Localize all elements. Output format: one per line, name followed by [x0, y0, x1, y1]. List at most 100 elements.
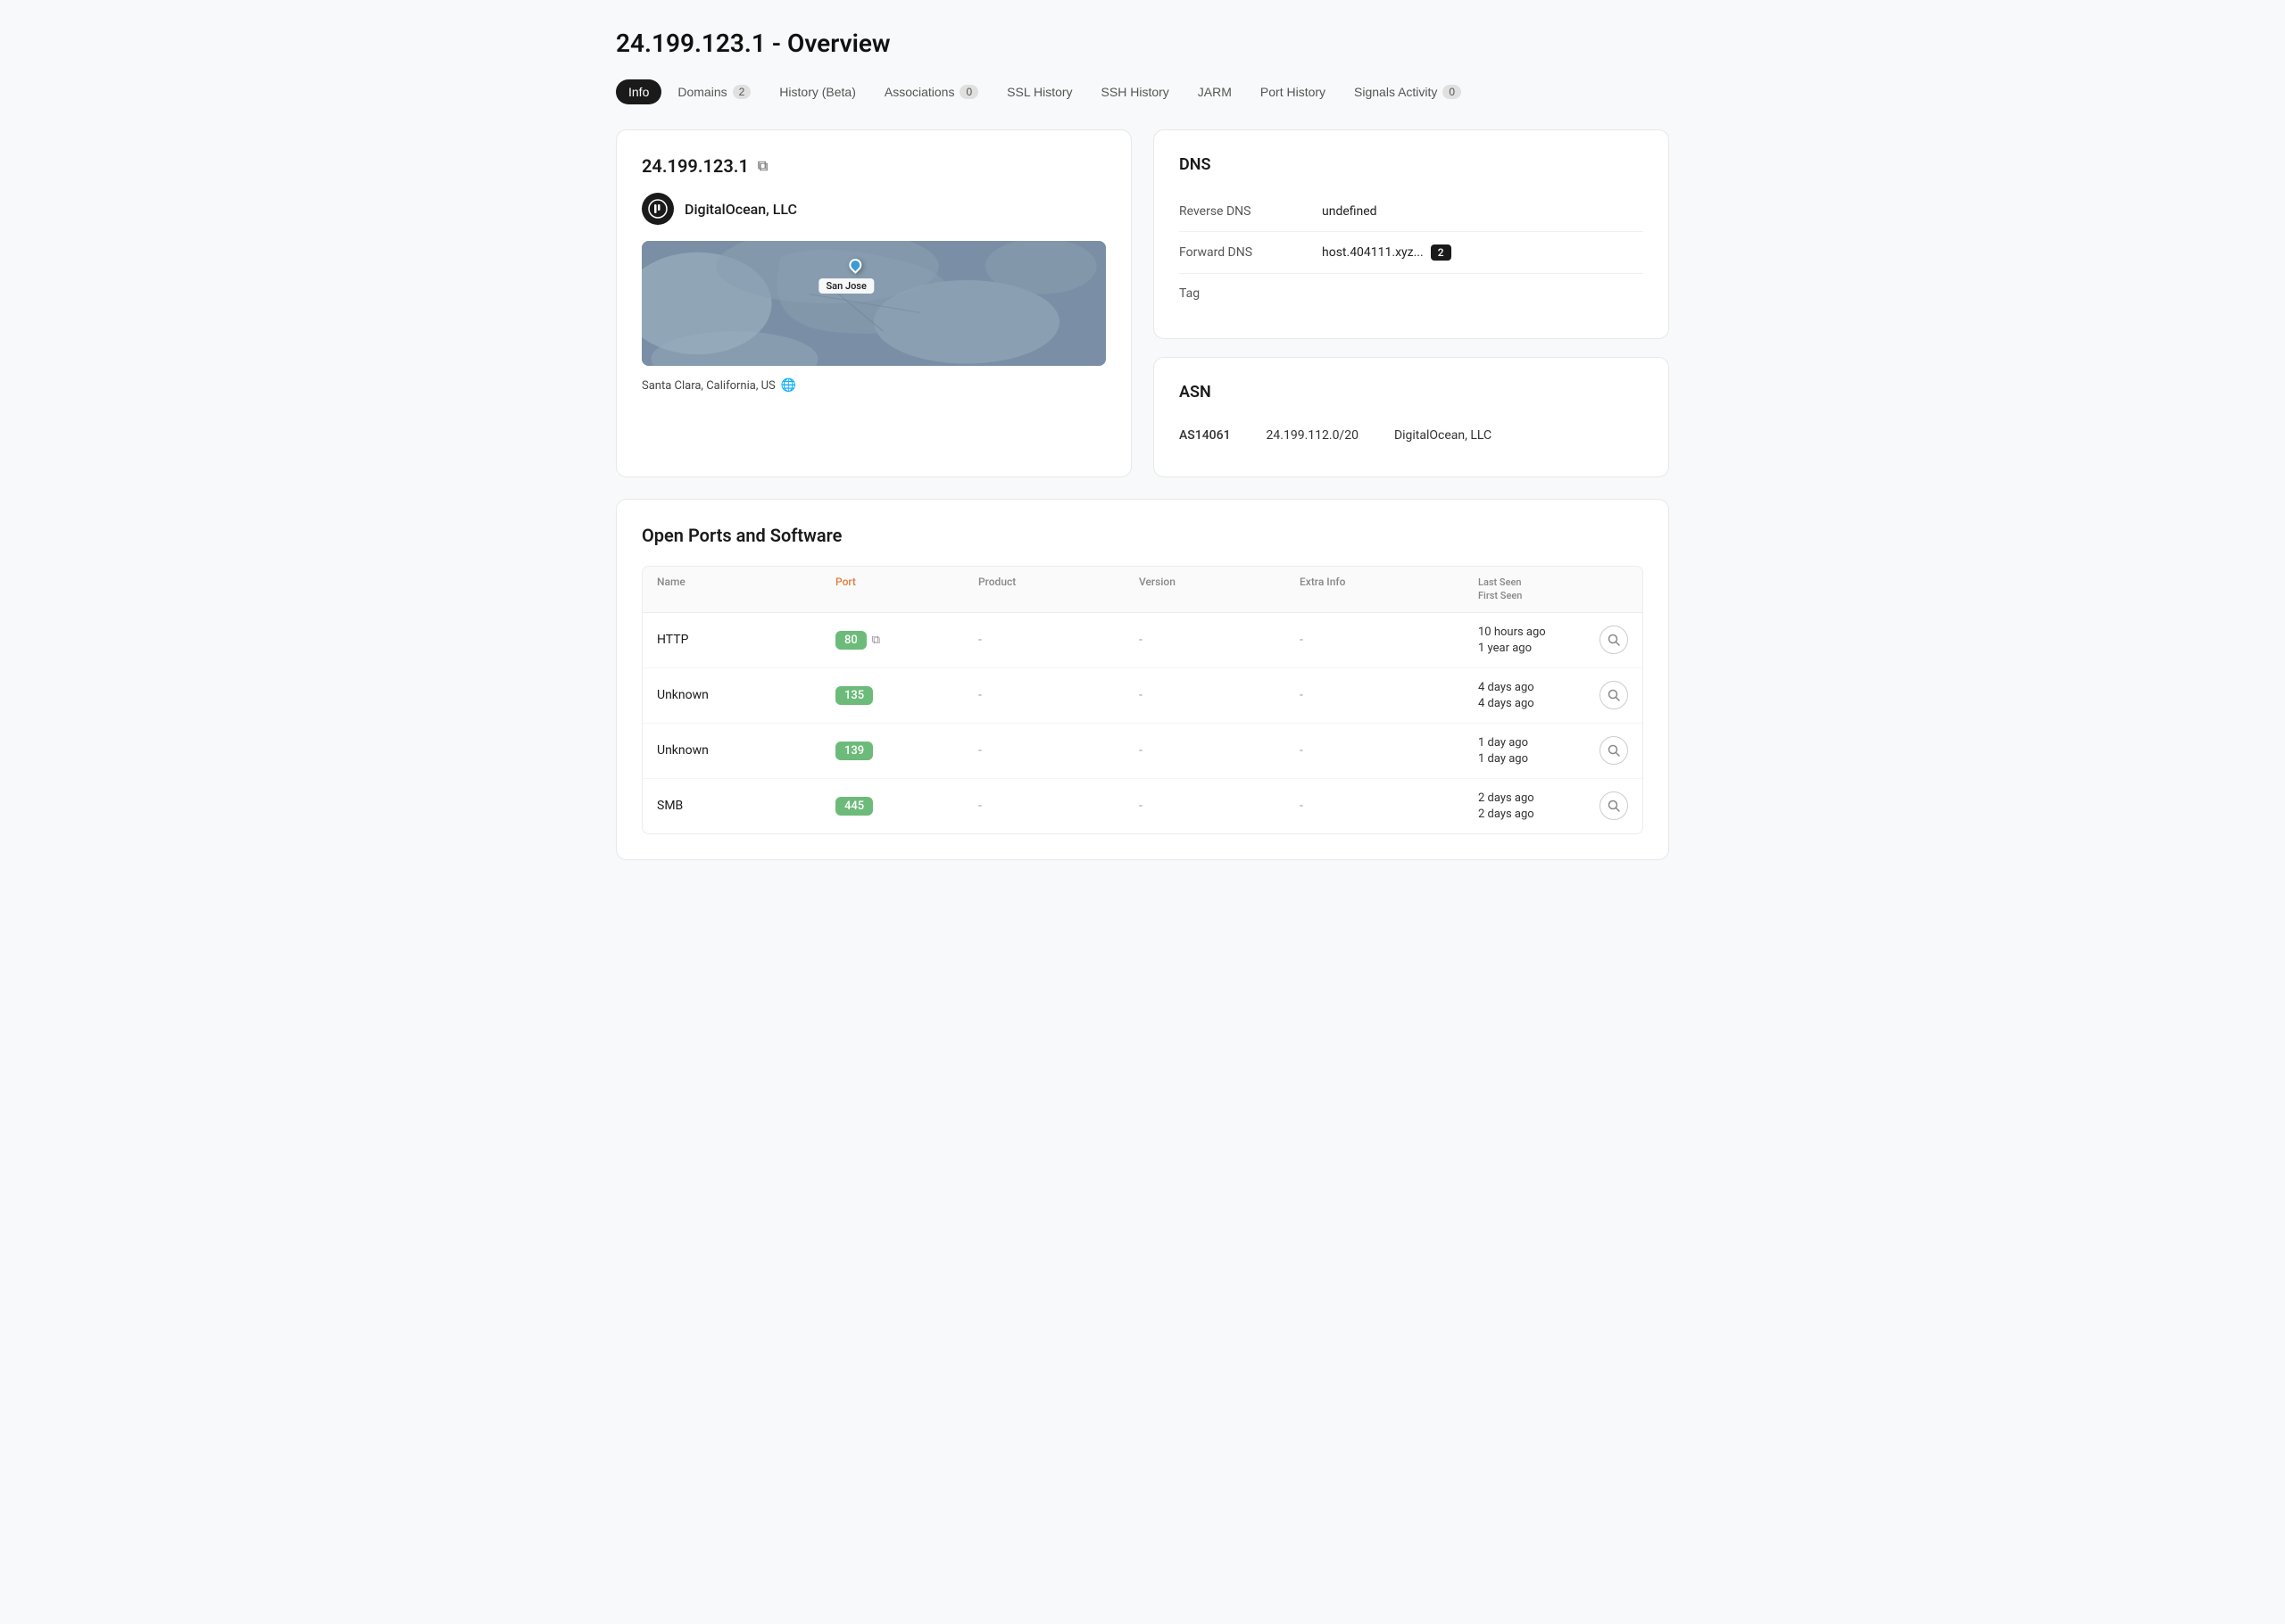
org-logo	[642, 193, 674, 225]
row-name-1: Unknown	[657, 688, 835, 702]
col-port-header: Port	[835, 576, 978, 603]
dns-rows: Reverse DNS undefined Forward DNS host.4…	[1179, 192, 1643, 313]
tab-ssl-history-label: SSL History	[1007, 85, 1072, 99]
dns-tag-label: Tag	[1179, 286, 1322, 301]
tab-history-label: History (Beta)	[779, 85, 856, 99]
map-city-label: San Jose	[819, 278, 874, 294]
row-name-2: Unknown	[657, 743, 835, 758]
dns-row-reverse: Reverse DNS undefined	[1179, 192, 1643, 232]
row-extra-1: -	[1300, 688, 1478, 702]
row-version-0: -	[1139, 633, 1300, 647]
table-row: Unknown 139 - - - 1 day ago 1 day ago	[643, 724, 1642, 779]
tab-signals[interactable]: Signals Activity 0	[1342, 79, 1474, 104]
dns-row-forward: Forward DNS host.404111.xyz... 2	[1179, 232, 1643, 274]
row-extra-2: -	[1300, 743, 1478, 758]
tab-domains-label: Domains	[677, 85, 727, 99]
ports-table: Name Port Product Version Extra Info Las…	[642, 566, 1643, 834]
dns-forward-badge[interactable]: 2	[1431, 244, 1451, 261]
col-extra-header: Extra Info	[1300, 576, 1478, 603]
row-version-2: -	[1139, 743, 1300, 758]
tab-bar: Info Domains 2 History (Beta) Associatio…	[616, 79, 1669, 104]
tab-ssh-history-label: SSH History	[1101, 85, 1169, 99]
dns-reverse-value: undefined	[1322, 204, 1377, 219]
tab-ssl-history[interactable]: SSL History	[994, 79, 1084, 104]
row-port-3: 445	[835, 797, 978, 816]
row-name-0: HTTP	[657, 633, 835, 647]
ext-link-icon-0[interactable]: ⧉	[872, 634, 880, 647]
tab-jarm[interactable]: JARM	[1185, 79, 1244, 104]
row-port-2: 139	[835, 742, 978, 760]
table-row: HTTP 80 ⧉ - - - 10 hours ago 1 year ago	[643, 613, 1642, 668]
tab-associations-label: Associations	[885, 85, 955, 99]
table-row: Unknown 135 - - - 4 days ago 4 days ago	[643, 668, 1642, 724]
col-actions-header	[1585, 576, 1628, 603]
asn-org: DigitalOcean, LLC	[1394, 428, 1491, 443]
ip-address-row: 24.199.123.1 ⧉	[642, 155, 1106, 177]
dns-reverse-label: Reverse DNS	[1179, 204, 1322, 219]
port-badge-1[interactable]: 135	[835, 686, 873, 705]
col-name-header: Name	[657, 576, 835, 603]
row-actions-0	[1585, 626, 1628, 654]
dns-card: DNS Reverse DNS undefined Forward DNS ho…	[1153, 129, 1669, 339]
row-port-1: 135	[835, 686, 978, 705]
copy-ip-icon[interactable]: ⧉	[758, 157, 768, 175]
col-version-header: Version	[1139, 576, 1300, 603]
row-extra-0: -	[1300, 633, 1478, 647]
asn-title: ASN	[1179, 383, 1643, 402]
port-badge-0[interactable]: 80	[835, 631, 867, 650]
tab-domains[interactable]: Domains 2	[665, 79, 763, 104]
row-extra-3: -	[1300, 799, 1478, 813]
tab-port-history-label: Port History	[1260, 85, 1325, 99]
tab-signals-label: Signals Activity	[1354, 85, 1437, 99]
tab-signals-badge: 0	[1442, 85, 1461, 99]
map-container: San Jose	[642, 241, 1106, 366]
info-card: 24.199.123.1 ⧉ DigitalOcean, LLC	[616, 129, 1132, 477]
table-header: Name Port Product Version Extra Info Las…	[643, 567, 1642, 613]
open-ports-title: Open Ports and Software	[642, 525, 1643, 546]
tab-info[interactable]: Info	[616, 79, 661, 104]
location-label: Santa Clara, California, US	[642, 379, 776, 393]
row-product-3: -	[978, 799, 1139, 813]
dns-row-tag: Tag	[1179, 274, 1643, 313]
dns-title: DNS	[1179, 155, 1643, 174]
tab-history[interactable]: History (Beta)	[767, 79, 868, 104]
tab-domains-badge: 2	[733, 85, 752, 99]
row-product-0: -	[978, 633, 1139, 647]
asn-range: 24.199.112.0/20	[1267, 428, 1359, 443]
row-version-3: -	[1139, 799, 1300, 813]
tab-ssh-history[interactable]: SSH History	[1089, 79, 1182, 104]
port-badge-2[interactable]: 139	[835, 742, 873, 760]
globe-icon: 🌐	[781, 378, 796, 393]
row-name-3: SMB	[657, 799, 835, 813]
asn-card: ASN AS14061 24.199.112.0/20 DigitalOcean…	[1153, 357, 1669, 477]
tab-port-history[interactable]: Port History	[1248, 79, 1338, 104]
dns-forward-label: Forward DNS	[1179, 245, 1322, 260]
row-actions-2	[1585, 736, 1628, 765]
asn-row: AS14061 24.199.112.0/20 DigitalOcean, LL…	[1179, 419, 1643, 452]
location-text: Santa Clara, California, US 🌐	[642, 378, 1106, 393]
row-actions-3	[1585, 791, 1628, 820]
tab-info-label: Info	[628, 85, 649, 99]
table-row: SMB 445 - - - 2 days ago 2 days ago	[643, 779, 1642, 833]
org-row: DigitalOcean, LLC	[642, 193, 1106, 225]
row-lastseen-2: 1 day ago 1 day ago	[1478, 736, 1585, 766]
row-lastseen-1: 4 days ago 4 days ago	[1478, 681, 1585, 710]
row-lastseen-0: 10 hours ago 1 year ago	[1478, 626, 1585, 655]
asn-id[interactable]: AS14061	[1179, 428, 1231, 443]
ip-address-text: 24.199.123.1	[642, 155, 749, 177]
tab-associations[interactable]: Associations 0	[872, 79, 991, 104]
org-name: DigitalOcean, LLC	[685, 201, 797, 218]
search-button-2[interactable]	[1600, 736, 1628, 765]
row-port-0: 80 ⧉	[835, 631, 978, 650]
tab-jarm-label: JARM	[1198, 85, 1232, 99]
page-title: 24.199.123.1 - Overview	[616, 29, 1669, 58]
open-ports-section: Open Ports and Software Name Port Produc…	[616, 499, 1669, 860]
port-badge-3[interactable]: 445	[835, 797, 873, 816]
search-button-1[interactable]	[1600, 681, 1628, 709]
row-product-2: -	[978, 743, 1139, 758]
search-button-0[interactable]	[1600, 626, 1628, 654]
row-product-1: -	[978, 688, 1139, 702]
col-product-header: Product	[978, 576, 1139, 603]
dns-forward-value: host.404111.xyz...	[1322, 245, 1424, 260]
search-button-3[interactable]	[1600, 791, 1628, 820]
